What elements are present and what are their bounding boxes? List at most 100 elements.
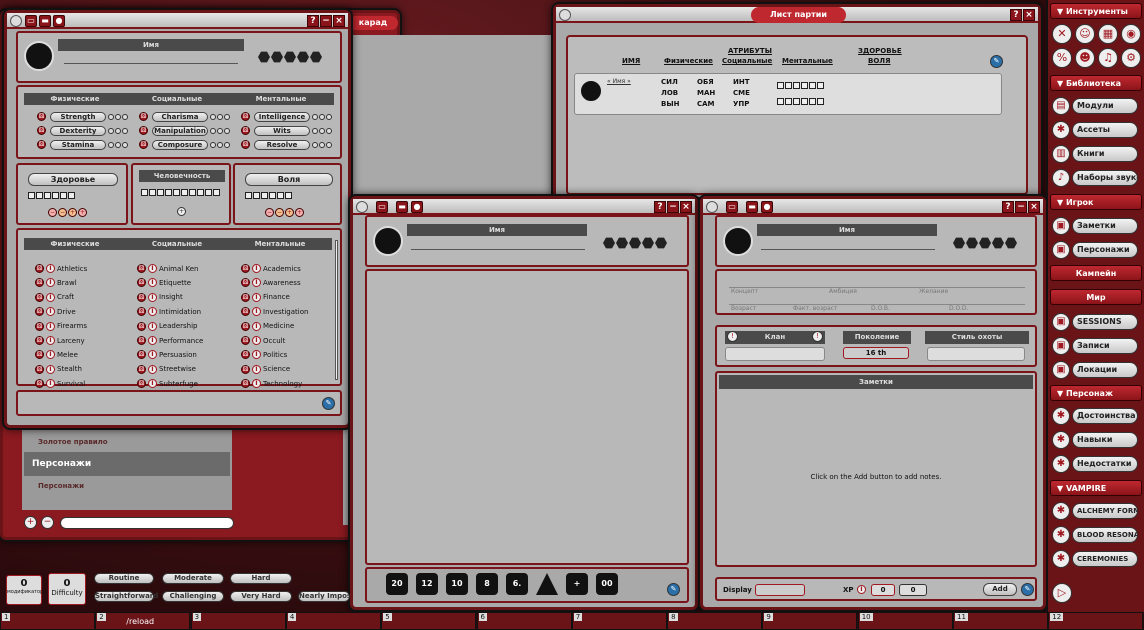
health-track[interactable] <box>28 192 76 201</box>
sidebar-item[interactable]: Навыки <box>1072 432 1138 448</box>
edit-icon[interactable]: ✎ <box>322 397 335 410</box>
hotbar-slot[interactable]: 9 <box>762 612 858 630</box>
players-tool-icon[interactable]: ☺ <box>1075 24 1095 44</box>
skill-row[interactable]: ⚄ i Firearms <box>35 321 87 331</box>
close-button[interactable]: × <box>333 15 345 27</box>
dice-icon[interactable]: ⚄ <box>241 379 250 389</box>
name-input-line[interactable] <box>411 249 585 250</box>
difficulty-routine[interactable]: Routine <box>94 573 154 584</box>
character-icon[interactable]: ✱ <box>1052 407 1070 425</box>
die-3[interactable]: 8 <box>476 573 498 595</box>
help-button[interactable]: ? <box>1002 201 1014 213</box>
info-icon[interactable]: i <box>46 278 55 288</box>
skill-row[interactable]: ⚄ i Politics <box>241 350 287 360</box>
dice-icon[interactable]: ⚄ <box>137 264 146 273</box>
skill-row[interactable]: ⚄ i Occult <box>241 336 285 345</box>
skill-row[interactable]: ⚄ i Technology <box>241 379 302 389</box>
dice-icon[interactable]: ⚄ <box>241 364 250 374</box>
dice-icon[interactable]: ⚄ <box>241 140 250 149</box>
skill-row[interactable]: ⚄ i Etiquette <box>137 278 191 288</box>
dice-icon[interactable]: ⚄ <box>241 112 250 121</box>
window-menu-icon[interactable] <box>356 201 368 213</box>
world-icon[interactable]: ▣ <box>1052 361 1070 379</box>
dice-icon[interactable]: ⚄ <box>241 321 250 331</box>
dod-field[interactable]: D.O.D. <box>949 305 968 312</box>
world-icon[interactable]: ▣ <box>1052 337 1070 355</box>
map-tool-icon[interactable]: ◉ <box>1121 24 1141 44</box>
group-tool-icon[interactable]: ☻ <box>1075 48 1095 68</box>
dice-icon[interactable]: ⚄ <box>137 336 146 345</box>
dice-icon[interactable]: ⚄ <box>137 350 146 360</box>
name-input-line[interactable] <box>64 63 238 64</box>
hotbar-slot[interactable]: 11 <box>953 612 1048 630</box>
link-icon[interactable]: ● <box>53 15 65 27</box>
skill-row[interactable]: ⚄ i Subterfuge <box>137 379 198 389</box>
hunting-input[interactable] <box>927 347 1025 361</box>
attribute-charisma[interactable]: Charisma <box>152 112 208 122</box>
skill-row[interactable]: ⚄ i Brawl <box>35 278 77 288</box>
info-icon[interactable]: i <box>857 585 866 594</box>
xp-spent[interactable]: 0 <box>871 584 895 596</box>
dice-icon[interactable]: ⚄ <box>35 321 44 331</box>
list-item[interactable]: Персонажи <box>24 452 230 476</box>
music-tool-icon[interactable]: ♫ <box>1098 48 1118 68</box>
skill-row[interactable]: ⚄ i Animal Ken <box>137 264 198 273</box>
skill-row[interactable]: ⚄ i Science <box>241 364 290 374</box>
difficulty-hard[interactable]: Hard <box>230 573 292 584</box>
window-menu-icon[interactable] <box>706 201 718 213</box>
dice-icon[interactable]: ⚄ <box>139 126 148 135</box>
skill-row[interactable]: ⚄ i Leadership <box>137 321 197 331</box>
window-menu-icon[interactable] <box>10 15 22 27</box>
attribute-dots[interactable] <box>108 142 129 148</box>
close-button[interactable]: × <box>680 201 692 213</box>
player-icon[interactable]: ▣ <box>1052 217 1070 235</box>
hotbar-slot[interactable]: 2/reload <box>95 612 191 630</box>
info-icon[interactable]: i <box>46 336 55 345</box>
world-icon[interactable]: ▣ <box>1052 313 1070 331</box>
dice-icon[interactable]: ⚄ <box>35 364 44 374</box>
info-icon[interactable]: i <box>148 364 157 374</box>
difficulty-straightforward[interactable]: Straightforward <box>94 591 158 602</box>
info-icon[interactable]: i <box>252 350 261 360</box>
edit-icon[interactable]: ✎ <box>667 583 680 596</box>
info-icon[interactable]: i <box>252 307 261 317</box>
chat-icon[interactable]: ▬ <box>39 15 51 27</box>
attribute-intelligence[interactable]: Intelligence <box>254 112 310 122</box>
character-header[interactable]: ▼ Персонаж <box>1050 385 1142 401</box>
sidebar-item[interactable]: ALCHEMY FORMULAE <box>1072 503 1138 519</box>
avatar[interactable] <box>24 41 54 71</box>
character-icon[interactable]: ✱ <box>1052 455 1070 473</box>
world-header[interactable]: Мир <box>1050 289 1142 305</box>
hotbar-slot[interactable]: 12 <box>1048 612 1144 630</box>
skill-row[interactable]: ⚄ i Athletics <box>35 264 87 273</box>
skill-row[interactable]: ⚄ i Medicine <box>241 321 294 331</box>
difficulty-nearly-impossible[interactable]: Nearly Impossible <box>298 591 350 602</box>
concept-field[interactable]: Концепт <box>731 288 758 295</box>
minimize-button[interactable]: − <box>1015 201 1027 213</box>
blood-potency-track[interactable] <box>258 51 322 63</box>
blood-potency-track[interactable] <box>953 237 1017 249</box>
play-icon[interactable]: ▷ <box>1052 583 1072 603</box>
vampire-icon[interactable]: ✱ <box>1052 550 1070 568</box>
attribute-wits[interactable]: Wits <box>254 126 310 136</box>
sidebar-item[interactable]: Заметки <box>1072 218 1138 234</box>
attribute-dots[interactable] <box>210 128 231 134</box>
scrollbar[interactable] <box>335 240 338 380</box>
die-1[interactable]: 12 <box>416 573 438 595</box>
skill-row[interactable]: ⚄ i Craft <box>35 292 74 302</box>
dice-icon[interactable]: ⚄ <box>35 336 44 345</box>
sidebar-item[interactable]: Достоинства <box>1072 408 1138 424</box>
add-button[interactable]: Add <box>983 583 1017 596</box>
sidebar-item[interactable]: Недостатки <box>1072 456 1138 472</box>
character-icon[interactable]: ✱ <box>1052 431 1070 449</box>
vampire-icon[interactable]: ✱ <box>1052 502 1070 520</box>
add-icon[interactable]: + <box>24 516 37 529</box>
difficulty-box[interactable]: 0 Difficulty <box>48 573 86 605</box>
sidebar-item[interactable]: BLOOD RESONANCE <box>1072 527 1138 543</box>
library-icon[interactable]: ✱ <box>1052 121 1070 139</box>
ambition-field[interactable]: Амбиция <box>829 288 857 295</box>
help-button[interactable]: ? <box>1010 9 1022 21</box>
skill-row[interactable]: ⚄ i Insight <box>137 292 183 302</box>
attribute-dots[interactable] <box>108 128 129 134</box>
attribute-dots[interactable] <box>108 114 129 120</box>
